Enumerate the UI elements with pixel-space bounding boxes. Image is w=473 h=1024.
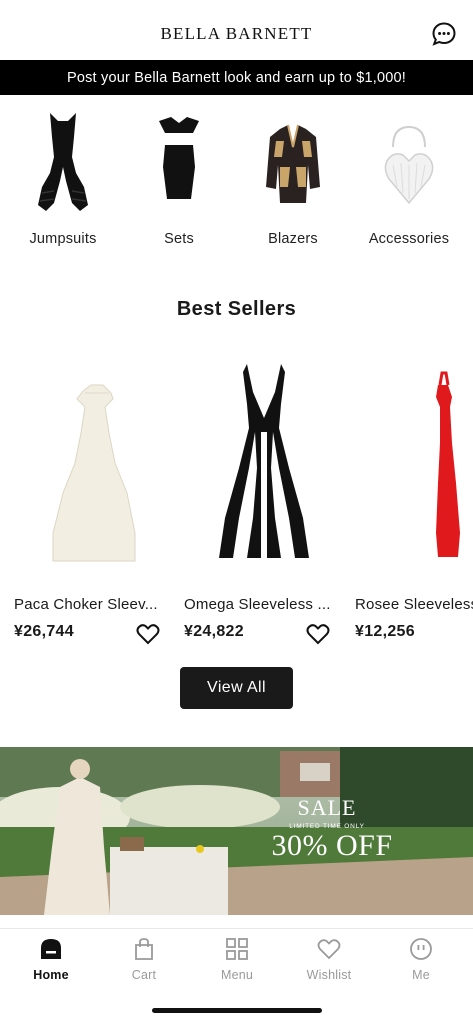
brand-logo[interactable]: BELLA BARNETT: [160, 24, 312, 44]
sale-discount: 30% OFF: [271, 829, 393, 862]
home-indicator: [152, 1008, 322, 1013]
product-carousel[interactable]: Paca Choker Sleev... ¥26,744 Omega Sleev…: [0, 350, 473, 650]
bag-icon: [132, 937, 156, 961]
promo-text: Post your Bella Barnett look and earn up…: [66, 69, 407, 86]
category-label: Sets: [164, 231, 194, 247]
product-name: Omega Sleeveless ...: [184, 596, 331, 613]
nav-label: Me: [412, 968, 430, 982]
nav-label: Home: [33, 968, 69, 982]
jumpsuit-image: [4, 105, 122, 219]
promo-banner[interactable]: Post your Bella Barnett look and earn up…: [0, 60, 473, 95]
product-price: ¥26,744: [14, 623, 74, 640]
category-label: Blazers: [268, 231, 318, 247]
category-accessories[interactable]: Accessories: [350, 105, 468, 255]
category-sets[interactable]: Sets: [120, 105, 238, 255]
product-image: [355, 350, 473, 575]
product-card[interactable]: Paca Choker Sleev... ¥26,744: [14, 350, 174, 650]
category-row: Jumpsuits Sets Blazers Accessories: [0, 105, 473, 255]
product-card[interactable]: Rosee Sleeveless ¥12,256: [355, 350, 473, 650]
chat-bubble-icon[interactable]: [431, 21, 457, 47]
nav-wishlist[interactable]: Wishlist: [282, 935, 376, 983]
set-image: [120, 105, 238, 219]
nav-label: Menu: [220, 968, 254, 982]
product-price: ¥12,256: [355, 623, 415, 640]
best-sellers-title: Best Sellers: [176, 298, 297, 320]
face-icon: [409, 937, 433, 961]
product-name: Paca Choker Sleev...: [14, 596, 158, 613]
product-name: Rosee Sleeveless: [355, 596, 473, 613]
category-label: Jumpsuits: [29, 231, 97, 247]
nav-cart[interactable]: Cart: [97, 935, 191, 983]
product-price: ¥24,822: [184, 623, 244, 640]
nav-me[interactable]: Me: [374, 935, 468, 983]
category-blazers[interactable]: Blazers: [234, 105, 352, 255]
grid-icon: [225, 937, 249, 961]
nav-home[interactable]: Home: [4, 935, 98, 983]
heart-icon: [317, 937, 341, 961]
app-header: BELLA BARNETT: [0, 0, 473, 60]
sale-title: SALE: [297, 795, 357, 820]
blazer-image: [234, 105, 352, 219]
category-jumpsuits[interactable]: Jumpsuits: [4, 105, 122, 255]
category-label: Accessories: [368, 231, 450, 247]
product-image: [184, 350, 344, 575]
nav-label: Cart: [131, 968, 157, 982]
wishlist-heart-icon[interactable]: [136, 623, 160, 645]
view-all-button[interactable]: View All: [180, 667, 293, 709]
product-card[interactable]: Omega Sleeveless ... ¥24,822: [184, 350, 344, 650]
nav-menu[interactable]: Menu: [190, 935, 284, 983]
heart-bag-image: [350, 105, 468, 219]
nav-label: Wishlist: [306, 968, 352, 982]
home-icon: [39, 937, 63, 961]
sale-banner[interactable]: SALE LIMITED TIME ONLY 30% OFF: [0, 747, 473, 915]
wishlist-heart-icon[interactable]: [306, 623, 330, 645]
product-image: [14, 350, 174, 575]
